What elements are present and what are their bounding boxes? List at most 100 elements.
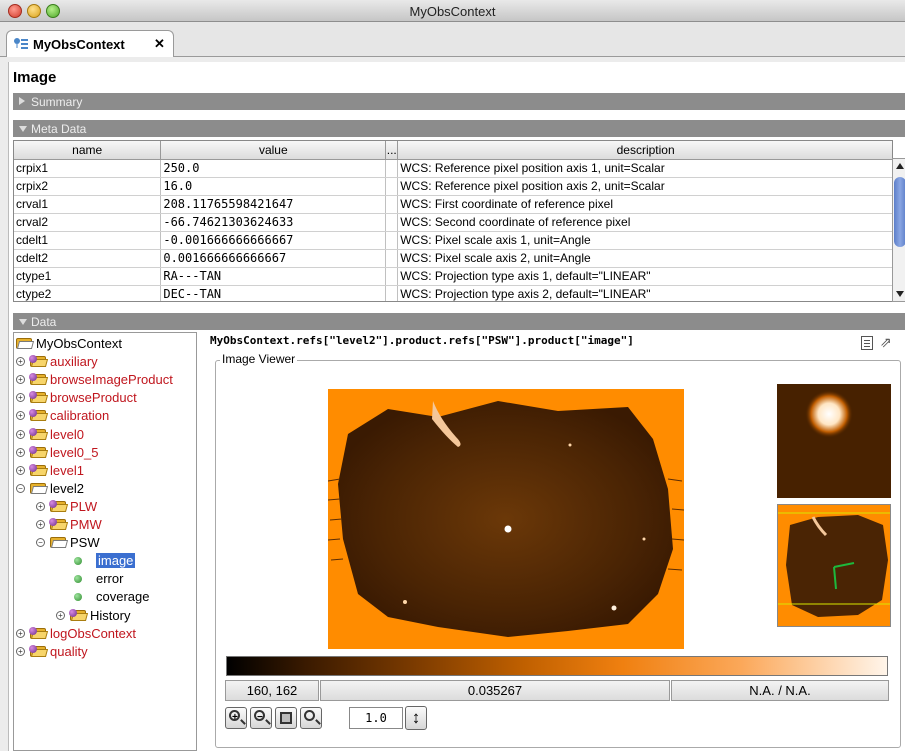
metadata-row[interactable]: ctype1 RA---TAN WCS: Projection type axis … xyxy=(14,267,892,286)
tree-node[interactable]: image xyxy=(14,552,196,570)
tree-node[interactable]: + level0 xyxy=(14,426,196,444)
expand-icon[interactable]: + xyxy=(16,429,25,439)
expand-icon[interactable]: + xyxy=(16,628,25,638)
tree-node-label: coverage xyxy=(96,589,150,605)
expand-icon[interactable]: + xyxy=(16,646,25,656)
pixel-coordinate-readout: 160, 162 xyxy=(225,680,319,701)
scroll-down-arrow-icon[interactable] xyxy=(896,291,904,297)
tree-node-label: MyObsContext xyxy=(36,336,122,351)
product-folder-icon xyxy=(29,445,49,458)
pixel-value-readout: 0.035267 xyxy=(320,680,670,701)
tab-myobscontext[interactable]: MyObsContext ✕ xyxy=(6,30,174,57)
copy-icon[interactable] xyxy=(861,336,873,350)
window-title-bar: MyObsContext xyxy=(0,0,905,22)
tree-node[interactable]: + PMW xyxy=(14,516,196,534)
tree-node[interactable]: − level2 xyxy=(14,480,196,498)
metadata-row[interactable]: crval2 -66.74621303624633 WCS: Second coor… xyxy=(14,213,892,232)
metadata-row[interactable]: crpix2 16.0 WCS: Reference pixel position … xyxy=(14,177,892,196)
dataset-icon xyxy=(74,557,82,566)
tree-node[interactable]: + calibration xyxy=(14,407,196,425)
tree-node[interactable]: MyObsContext xyxy=(14,335,196,353)
detach-icon[interactable]: ⇗ xyxy=(880,334,892,351)
expand-icon[interactable]: + xyxy=(16,465,25,475)
metadata-ellipsis-cell xyxy=(385,177,399,196)
zoom-thumbnail xyxy=(777,384,891,498)
context-icon xyxy=(14,38,28,49)
metadata-name-cell: crval2 xyxy=(14,213,162,232)
expand-icon[interactable]: + xyxy=(16,447,25,457)
metadata-section-header[interactable]: Meta Data xyxy=(13,120,905,137)
metadata-description-cell: WCS: Second coordinate of reference pixe… xyxy=(397,213,892,232)
tree-node[interactable]: + History xyxy=(14,607,196,625)
section-label: Data xyxy=(31,315,57,329)
color-scale-bar[interactable] xyxy=(226,656,888,676)
tree-node[interactable]: + browseImageProduct xyxy=(14,371,196,389)
tree-node[interactable]: error xyxy=(14,570,196,588)
metadata-ellipsis-cell xyxy=(385,249,399,268)
tree-node[interactable]: − PSW xyxy=(14,534,196,552)
column-header-description[interactable]: description xyxy=(397,141,892,160)
product-folder-icon xyxy=(29,644,49,657)
expand-icon[interactable]: + xyxy=(16,357,25,367)
collapse-icon[interactable]: − xyxy=(36,538,45,548)
metadata-value-cell: -0.001666666666667 xyxy=(160,231,387,250)
overview-thumbnail[interactable] xyxy=(777,504,891,627)
expand-icon[interactable]: + xyxy=(16,411,25,421)
tree-node-label: logObsContext xyxy=(50,625,136,641)
tree-node-label: calibration xyxy=(50,408,110,424)
tree-node[interactable]: + level0_5 xyxy=(14,444,196,462)
tab-close-icon[interactable]: ✕ xyxy=(154,36,165,52)
zoom-reset-button[interactable] xyxy=(300,707,322,729)
dataset-icon xyxy=(74,575,82,584)
zoom-stepper-button[interactable]: ↕ xyxy=(405,706,427,730)
tree-node-label: PLW xyxy=(70,498,98,514)
data-section-header[interactable]: Data xyxy=(13,313,905,330)
zoom-factor-input[interactable]: 1.0 xyxy=(349,707,403,729)
metadata-value-cell: 250.0 xyxy=(160,159,387,178)
metadata-row[interactable]: ctype2 DEC--TAN WCS: Projection type axis … xyxy=(14,285,892,301)
zoom-fit-button[interactable] xyxy=(275,707,297,729)
expand-icon[interactable]: + xyxy=(36,501,45,511)
tree-node[interactable]: + browseProduct xyxy=(14,389,196,407)
metadata-scrollbar[interactable] xyxy=(892,158,905,302)
scrollbar-thumb[interactable] xyxy=(894,177,905,247)
metadata-value-cell: DEC--TAN xyxy=(160,285,387,301)
page-title: Image xyxy=(13,69,57,86)
image-viewer-title: Image Viewer xyxy=(220,352,298,366)
main-image[interactable] xyxy=(328,389,684,649)
expand-icon[interactable]: + xyxy=(56,610,65,620)
expand-icon[interactable]: + xyxy=(16,393,25,403)
collapse-icon[interactable]: − xyxy=(16,483,25,493)
metadata-row[interactable]: crpix1 250.0 WCS: Reference pixel position… xyxy=(14,159,892,178)
scroll-up-arrow-icon[interactable] xyxy=(896,163,904,169)
tree-node[interactable]: + logObsContext xyxy=(14,625,196,643)
expand-icon[interactable]: + xyxy=(16,375,25,385)
metadata-row[interactable]: cdelt2 0.001666666666667 WCS: Pixel scale … xyxy=(14,249,892,268)
summary-section-header[interactable]: Summary xyxy=(13,93,905,110)
tree-node[interactable]: + auxiliary xyxy=(14,353,196,371)
product-folder-icon xyxy=(49,499,69,512)
metadata-row[interactable]: crval1 208.11765598421647 WCS: First coord… xyxy=(14,195,892,214)
metadata-row[interactable]: cdelt1 -0.001666666666667 WCS: Pixel scale… xyxy=(14,231,892,250)
metadata-name-cell: crval1 xyxy=(14,195,162,214)
product-path: MyObsContext.refs["level2"].product.refs… xyxy=(210,334,634,347)
main-panel: Image Summary Meta Data name value ... d… xyxy=(8,62,905,751)
expand-icon[interactable]: + xyxy=(36,520,45,529)
metadata-ellipsis-cell xyxy=(385,285,399,301)
product-folder-icon xyxy=(29,626,49,639)
metadata-description-cell: WCS: Pixel scale axis 1, unit=Angle xyxy=(397,231,892,250)
tree-node[interactable]: coverage xyxy=(14,588,196,606)
product-folder-icon xyxy=(69,608,89,621)
product-folder-icon xyxy=(29,409,49,422)
tree-node[interactable]: + quality xyxy=(14,643,196,661)
tree-node[interactable]: + level1 xyxy=(14,462,196,480)
tree-node[interactable]: + PLW xyxy=(14,498,196,516)
zoom-out-button[interactable]: − xyxy=(250,707,272,729)
column-header-value[interactable]: value xyxy=(160,141,387,160)
column-header-ellipsis[interactable]: ... xyxy=(385,141,399,160)
section-label: Summary xyxy=(31,95,83,109)
column-header-name[interactable]: name xyxy=(14,141,162,160)
zoom-in-button[interactable]: + xyxy=(225,707,247,729)
metadata-name-cell: cdelt2 xyxy=(14,249,162,268)
metadata-name-cell: crpix1 xyxy=(14,159,162,178)
